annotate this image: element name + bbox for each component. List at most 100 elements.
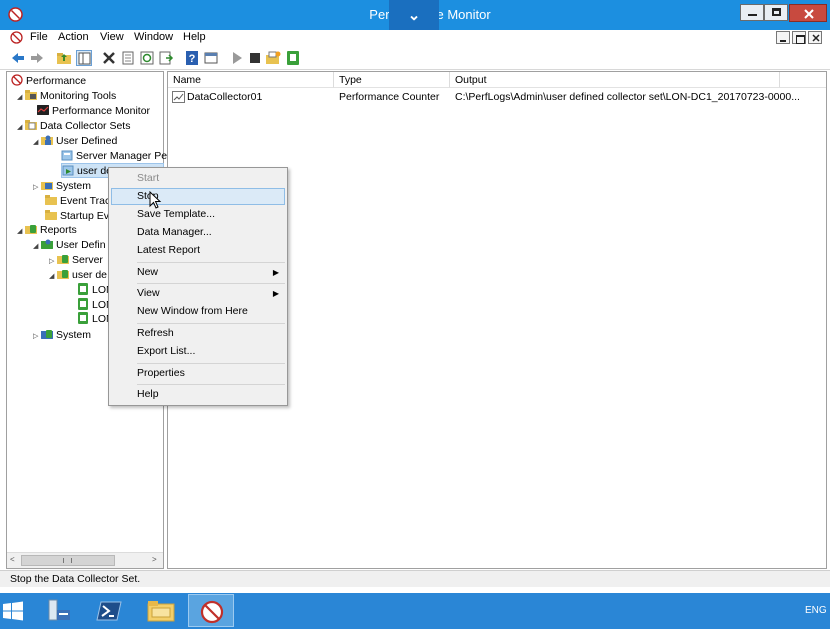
tree-item-reports[interactable]: ◢ Reports [17, 223, 77, 238]
minimize-button[interactable] [740, 4, 764, 21]
show-hide-console-tree-icon[interactable] [76, 50, 92, 66]
collector-set-running-icon [62, 165, 74, 176]
console-icon[interactable] [10, 31, 23, 44]
new-collector-set-icon[interactable] [265, 50, 281, 66]
collapse-triangle-icon[interactable]: ▷ [33, 332, 41, 340]
scroll-thumb[interactable] [21, 555, 115, 566]
menu-file[interactable]: File [30, 31, 48, 43]
taskbar-powershell[interactable] [86, 594, 132, 627]
tree-item-performance[interactable]: Performance [11, 74, 86, 89]
close-icon [804, 9, 814, 19]
tree-item-user-defined[interactable]: ◢ User Defined [33, 134, 117, 149]
expand-triangle-icon[interactable]: ◢ [17, 123, 25, 131]
start-play-icon[interactable] [229, 50, 245, 66]
performance-monitor-icon[interactable] [8, 7, 23, 22]
up-folder-icon[interactable] [56, 50, 72, 66]
scroll-left-icon[interactable]: < [10, 555, 15, 564]
folder-icon [25, 120, 37, 130]
expand-triangle-icon[interactable]: ◢ [49, 272, 57, 280]
menu-separator [137, 384, 285, 385]
context-menu-refresh[interactable]: Refresh [111, 325, 285, 342]
stop-icon[interactable] [247, 50, 263, 66]
taskbar-file-explorer[interactable] [138, 594, 184, 627]
status-bar: Stop the Data Collector Set. [0, 570, 830, 587]
context-menu-export-list[interactable]: Export List... [111, 343, 285, 360]
tree-item-reports-system[interactable]: ▷ System [33, 328, 91, 343]
show-action-pane-icon[interactable] [203, 50, 219, 66]
context-menu-start[interactable]: Start [111, 170, 285, 187]
menu-window[interactable]: Window [134, 31, 173, 43]
column-header-type[interactable]: Type [334, 72, 450, 88]
inner-close-button[interactable] [808, 31, 822, 44]
forward-arrow-icon[interactable] [29, 50, 45, 66]
menu-action[interactable]: Action [58, 31, 89, 43]
tree-item-startup-event[interactable]: Startup Eve [45, 209, 115, 224]
context-menu-new[interactable]: New ▶ [111, 264, 285, 281]
top-overlay-chevron[interactable]: ⌄ [389, 0, 439, 34]
tree-item-data-collector-sets[interactable]: ◢ Data Collector Sets [17, 119, 130, 134]
context-menu-help[interactable]: Help [111, 386, 285, 403]
table-row[interactable]: DataCollector01 Performance Counter C:\P… [171, 90, 827, 105]
refresh-icon[interactable] [139, 50, 155, 66]
properties-icon[interactable] [120, 50, 136, 66]
context-menu-stop[interactable]: Stop [111, 188, 285, 205]
back-arrow-icon[interactable] [10, 50, 26, 66]
export-list-icon[interactable] [158, 50, 174, 66]
column-header-name[interactable]: Name [168, 72, 334, 88]
tree-item-server-manager-performance[interactable]: Server Manager Per [61, 149, 171, 164]
context-menu-new-window[interactable]: New Window from Here [111, 303, 285, 320]
expand-triangle-icon[interactable]: ◢ [17, 93, 25, 101]
tree-label: user de [77, 165, 113, 177]
inner-minimize-button[interactable] [776, 31, 790, 44]
tree-item-reports-user-defined-set[interactable]: ◢ user de [49, 268, 107, 283]
tree-label: Reports [40, 224, 77, 236]
context-menu-properties[interactable]: Properties [111, 365, 285, 382]
menu-help[interactable]: Help [183, 31, 206, 43]
close-button[interactable] [789, 4, 827, 22]
expand-triangle-icon[interactable]: ◢ [33, 138, 41, 146]
language-indicator[interactable]: ENG [805, 605, 827, 616]
maximize-button[interactable] [764, 4, 788, 21]
help-icon[interactable]: ? [184, 50, 200, 66]
mouse-cursor-icon [149, 191, 162, 209]
tree-item-system[interactable]: ▷ System [33, 179, 91, 194]
tree-item-reports-user-defined[interactable]: ◢ User Defin [33, 238, 106, 253]
latest-report-icon[interactable] [285, 50, 301, 66]
tree-label: user de [72, 269, 108, 281]
folder-icon [25, 90, 37, 100]
collector-set-icon [61, 150, 73, 161]
report-icon [78, 298, 88, 310]
chevron-down-icon: ⌄ [407, 7, 421, 24]
report-folder-icon [25, 225, 37, 234]
context-menu-view[interactable]: View ▶ [111, 285, 285, 302]
status-text: Stop the Data Collector Set. [10, 573, 141, 585]
folder-icon [41, 182, 53, 190]
report-folder-icon [41, 330, 53, 339]
tree-horizontal-scrollbar[interactable]: < > [7, 552, 163, 568]
expand-triangle-icon[interactable]: ◢ [33, 242, 41, 250]
submenu-arrow-icon: ▶ [272, 268, 279, 277]
expand-triangle-icon[interactable]: ◢ [17, 227, 25, 235]
scroll-right-icon[interactable]: > [152, 555, 157, 564]
inner-restore-button[interactable] [792, 31, 806, 44]
menu-separator [137, 262, 285, 263]
menu-view[interactable]: View [100, 31, 124, 43]
delete-icon[interactable] [101, 50, 117, 66]
tree-label: User Defined [56, 135, 118, 147]
context-menu-data-manager[interactable]: Data Manager... [111, 224, 285, 241]
tree-item-reports-server-manager[interactable]: ▷ Server [49, 253, 103, 268]
tree-item-event-trace[interactable]: Event Trac [45, 194, 110, 209]
column-header-output[interactable]: Output [450, 72, 780, 88]
start-icon [3, 601, 23, 621]
start-button[interactable] [0, 594, 32, 627]
taskbar-server-manager[interactable] [36, 594, 82, 627]
tree-item-monitoring-tools[interactable]: ◢ Monitoring Tools [17, 89, 116, 104]
taskbar-performance-monitor[interactable] [188, 594, 234, 627]
context-menu-save-template[interactable]: Save Template... [111, 206, 285, 223]
context-menu-latest-report[interactable]: Latest Report [111, 242, 285, 259]
menu-separator [137, 363, 285, 364]
collapse-triangle-icon[interactable]: ▷ [49, 257, 57, 265]
collapse-triangle-icon[interactable]: ▷ [33, 183, 41, 191]
data-collector-icon [172, 91, 185, 103]
tree-item-performance-monitor[interactable]: Performance Monitor [37, 104, 150, 119]
